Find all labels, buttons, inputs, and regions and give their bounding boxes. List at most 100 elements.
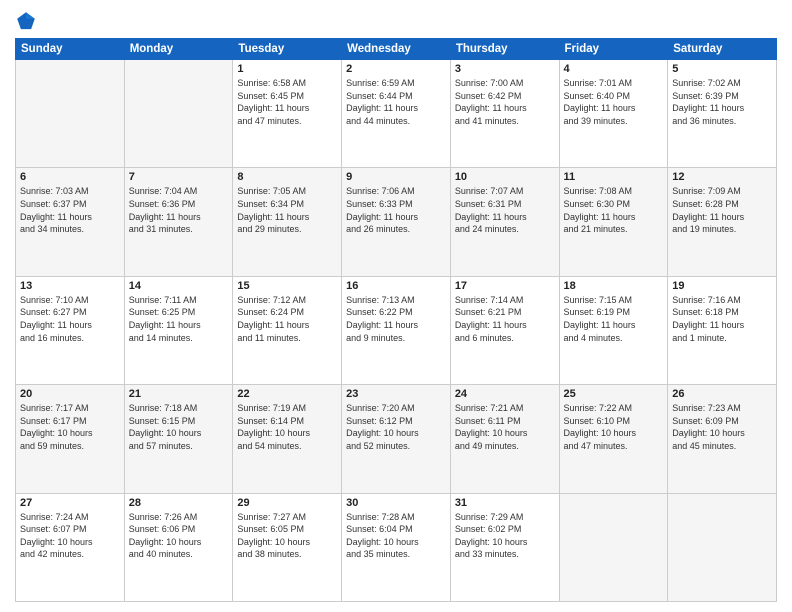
logo — [15, 10, 41, 32]
calendar-cell: 25 Sunrise: 7:22 AM Sunset: 6:10 PM Dayli… — [559, 385, 668, 493]
calendar-header-row: SundayMondayTuesdayWednesdayThursdayFrid… — [16, 39, 777, 60]
calendar-cell: 9 Sunrise: 7:06 AM Sunset: 6:33 PM Daylig… — [342, 168, 451, 276]
day-info: Sunrise: 7:13 AM Sunset: 6:22 PM Dayligh… — [346, 294, 446, 344]
calendar-week-row: 13 Sunrise: 7:10 AM Sunset: 6:27 PM Dayli… — [16, 276, 777, 384]
day-number: 20 — [20, 388, 120, 400]
calendar-cell: 26 Sunrise: 7:23 AM Sunset: 6:09 PM Dayli… — [668, 385, 777, 493]
weekday-header: Wednesday — [342, 39, 451, 60]
calendar-cell: 7Sunrise: 7:04 AM Sunset: 6:36 PM Daylig… — [124, 168, 233, 276]
calendar-cell: 13 Sunrise: 7:10 AM Sunset: 6:27 PM Dayli… — [16, 276, 125, 384]
calendar-cell: 21 Sunrise: 7:18 AM Sunset: 6:15 PM Dayli… — [124, 385, 233, 493]
calendar-cell: 16 Sunrise: 7:13 AM Sunset: 6:22 PM Dayli… — [342, 276, 451, 384]
day-number: 11 — [564, 171, 664, 183]
day-number: 15 — [237, 280, 337, 292]
day-number: 27 — [20, 497, 120, 509]
weekday-header: Sunday — [16, 39, 125, 60]
day-number: 31 — [455, 497, 555, 509]
day-info: Sunrise: 7:07 AM Sunset: 6:31 PM Dayligh… — [455, 185, 555, 235]
day-info: Sunrise: 7:10 AM Sunset: 6:27 PM Dayligh… — [20, 294, 120, 344]
calendar-cell — [124, 60, 233, 168]
day-number: 7 — [129, 171, 229, 183]
day-number: 21 — [129, 388, 229, 400]
day-info: Sunrise: 7:03 AM Sunset: 6:37 PM Dayligh… — [20, 185, 120, 235]
day-number: 1 — [237, 63, 337, 75]
day-number: 5 — [672, 63, 772, 75]
calendar-cell: 2Sunrise: 6:59 AM Sunset: 6:44 PM Daylig… — [342, 60, 451, 168]
day-number: 28 — [129, 497, 229, 509]
day-number: 9 — [346, 171, 446, 183]
day-info: Sunrise: 7:16 AM Sunset: 6:18 PM Dayligh… — [672, 294, 772, 344]
calendar-week-row: 6 Sunrise: 7:03 AM Sunset: 6:37 PM Daylig… — [16, 168, 777, 276]
calendar-cell — [668, 493, 777, 601]
calendar-cell — [16, 60, 125, 168]
day-number: 30 — [346, 497, 446, 509]
day-info: Sunrise: 7:23 AM Sunset: 6:09 PM Dayligh… — [672, 402, 772, 452]
day-info: Sunrise: 6:58 AM Sunset: 6:45 PM Dayligh… — [237, 77, 337, 127]
day-info: Sunrise: 7:21 AM Sunset: 6:11 PM Dayligh… — [455, 402, 555, 452]
day-number: 19 — [672, 280, 772, 292]
weekday-header: Thursday — [450, 39, 559, 60]
day-number: 3 — [455, 63, 555, 75]
day-info: Sunrise: 7:12 AM Sunset: 6:24 PM Dayligh… — [237, 294, 337, 344]
day-info: Sunrise: 7:24 AM Sunset: 6:07 PM Dayligh… — [20, 511, 120, 561]
header — [15, 10, 777, 32]
day-number: 24 — [455, 388, 555, 400]
day-number: 6 — [20, 171, 120, 183]
calendar-cell: 30Sunrise: 7:28 AM Sunset: 6:04 PM Dayli… — [342, 493, 451, 601]
calendar-cell: 19 Sunrise: 7:16 AM Sunset: 6:18 PM Dayli… — [668, 276, 777, 384]
day-info: Sunrise: 6:59 AM Sunset: 6:44 PM Dayligh… — [346, 77, 446, 127]
day-number: 17 — [455, 280, 555, 292]
calendar-week-row: 27 Sunrise: 7:24 AM Sunset: 6:07 PM Dayli… — [16, 493, 777, 601]
calendar-cell: 1 Sunrise: 6:58 AM Sunset: 6:45 PM Daylig… — [233, 60, 342, 168]
calendar-cell: 27 Sunrise: 7:24 AM Sunset: 6:07 PM Dayli… — [16, 493, 125, 601]
day-number: 13 — [20, 280, 120, 292]
day-info: Sunrise: 7:00 AM Sunset: 6:42 PM Dayligh… — [455, 77, 555, 127]
day-info: Sunrise: 7:15 AM Sunset: 6:19 PM Dayligh… — [564, 294, 664, 344]
day-number: 23 — [346, 388, 446, 400]
day-number: 14 — [129, 280, 229, 292]
calendar-table: SundayMondayTuesdayWednesdayThursdayFrid… — [15, 38, 777, 602]
calendar-cell: 8 Sunrise: 7:05 AM Sunset: 6:34 PM Daylig… — [233, 168, 342, 276]
calendar-cell: 5 Sunrise: 7:02 AM Sunset: 6:39 PM Daylig… — [668, 60, 777, 168]
weekday-header: Monday — [124, 39, 233, 60]
day-info: Sunrise: 7:14 AM Sunset: 6:21 PM Dayligh… — [455, 294, 555, 344]
day-number: 16 — [346, 280, 446, 292]
calendar-cell: 28Sunrise: 7:26 AM Sunset: 6:06 PM Dayli… — [124, 493, 233, 601]
day-info: Sunrise: 7:08 AM Sunset: 6:30 PM Dayligh… — [564, 185, 664, 235]
calendar-cell: 24 Sunrise: 7:21 AM Sunset: 6:11 PM Dayli… — [450, 385, 559, 493]
day-number: 29 — [237, 497, 337, 509]
day-info: Sunrise: 7:29 AM Sunset: 6:02 PM Dayligh… — [455, 511, 555, 561]
day-info: Sunrise: 7:05 AM Sunset: 6:34 PM Dayligh… — [237, 185, 337, 235]
calendar-cell: 17 Sunrise: 7:14 AM Sunset: 6:21 PM Dayli… — [450, 276, 559, 384]
calendar-week-row: 20Sunrise: 7:17 AM Sunset: 6:17 PM Dayli… — [16, 385, 777, 493]
calendar-cell: 22 Sunrise: 7:19 AM Sunset: 6:14 PM Dayli… — [233, 385, 342, 493]
day-info: Sunrise: 7:20 AM Sunset: 6:12 PM Dayligh… — [346, 402, 446, 452]
day-number: 25 — [564, 388, 664, 400]
day-number: 22 — [237, 388, 337, 400]
calendar-cell: 23 Sunrise: 7:20 AM Sunset: 6:12 PM Dayli… — [342, 385, 451, 493]
weekday-header: Friday — [559, 39, 668, 60]
day-info: Sunrise: 7:02 AM Sunset: 6:39 PM Dayligh… — [672, 77, 772, 127]
calendar-week-row: 1 Sunrise: 6:58 AM Sunset: 6:45 PM Daylig… — [16, 60, 777, 168]
weekday-header: Saturday — [668, 39, 777, 60]
day-info: Sunrise: 7:18 AM Sunset: 6:15 PM Dayligh… — [129, 402, 229, 452]
calendar-cell: 10 Sunrise: 7:07 AM Sunset: 6:31 PM Dayli… — [450, 168, 559, 276]
calendar-cell: 18 Sunrise: 7:15 AM Sunset: 6:19 PM Dayli… — [559, 276, 668, 384]
calendar-cell: 14Sunrise: 7:11 AM Sunset: 6:25 PM Dayli… — [124, 276, 233, 384]
calendar-cell: 3 Sunrise: 7:00 AM Sunset: 6:42 PM Daylig… — [450, 60, 559, 168]
day-number: 18 — [564, 280, 664, 292]
calendar-cell: 11 Sunrise: 7:08 AM Sunset: 6:30 PM Dayli… — [559, 168, 668, 276]
weekday-header: Tuesday — [233, 39, 342, 60]
day-number: 12 — [672, 171, 772, 183]
calendar-cell: 6 Sunrise: 7:03 AM Sunset: 6:37 PM Daylig… — [16, 168, 125, 276]
day-info: Sunrise: 7:27 AM Sunset: 6:05 PM Dayligh… — [237, 511, 337, 561]
day-number: 4 — [564, 63, 664, 75]
calendar-cell — [559, 493, 668, 601]
calendar-cell: 12Sunrise: 7:09 AM Sunset: 6:28 PM Dayli… — [668, 168, 777, 276]
day-number: 8 — [237, 171, 337, 183]
day-info: Sunrise: 7:19 AM Sunset: 6:14 PM Dayligh… — [237, 402, 337, 452]
day-number: 10 — [455, 171, 555, 183]
day-info: Sunrise: 7:22 AM Sunset: 6:10 PM Dayligh… — [564, 402, 664, 452]
day-number: 26 — [672, 388, 772, 400]
day-info: Sunrise: 7:06 AM Sunset: 6:33 PM Dayligh… — [346, 185, 446, 235]
